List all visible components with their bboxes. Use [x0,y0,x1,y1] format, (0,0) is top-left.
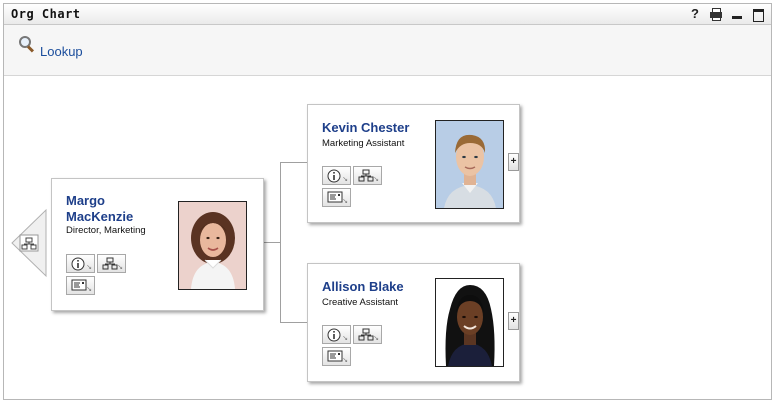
report-name[interactable]: Kevin Chester [322,120,409,136]
email-icon [327,191,343,203]
title-bar: Org Chart ? [4,4,771,25]
search-icon [18,35,36,53]
report-title: Marketing Assistant [322,138,405,149]
window-controls: ? [688,6,765,22]
email-button[interactable]: ↘ [66,276,95,295]
org-chart-icon [102,257,118,270]
connector-manager-h [262,242,280,243]
org-chart-button[interactable]: ↘ [97,254,126,273]
manager-last-name: MacKenzie [66,209,134,224]
report-card-kevin: Kevin Chester Marketing Assistant ↘ ↘ ↘ [307,104,520,223]
maximize-icon[interactable] [751,7,765,22]
org-chart-button[interactable]: ↘ [353,166,382,185]
connector-kevin-h [280,162,307,163]
email-button[interactable]: ↘ [322,347,351,366]
expand-reports-button[interactable]: + [508,312,519,330]
manager-name[interactable]: Margo MacKenzie [66,193,133,225]
info-icon [327,169,341,183]
org-chart-area: Margo MacKenzie Director, Marketing ↘ ↘ … [4,76,771,399]
connector-vertical [280,162,281,323]
lookup-label: Lookup [40,44,83,59]
report-name[interactable]: Allison Blake [322,279,404,295]
info-icon [327,328,341,342]
info-button[interactable]: ↘ [322,325,351,344]
report-photo [435,120,504,209]
info-icon [71,257,85,271]
manager-photo [178,201,247,290]
org-chart-button[interactable]: ↘ [353,325,382,344]
manager-card: Margo MacKenzie Director, Marketing ↘ ↘ … [51,178,264,311]
report-title: Creative Assistant [322,297,399,308]
print-icon[interactable] [709,7,723,21]
manager-title: Director, Marketing [66,225,146,236]
lookup-link[interactable]: Lookup [18,36,83,59]
email-icon [327,350,343,362]
org-chart-icon [358,169,374,182]
minimize-icon[interactable] [730,7,744,21]
email-button[interactable]: ↘ [322,188,351,207]
org-chart-icon [358,328,374,341]
info-button[interactable]: ↘ [322,166,351,185]
help-icon[interactable]: ? [688,7,702,21]
report-card-allison: Allison Blake Creative Assistant ↘ ↘ ↘ + [307,263,520,382]
org-chart-portlet: Org Chart ? Lookup Margo MacKenzie Direc… [3,3,772,400]
manager-first-name: Margo [66,193,105,208]
lookup-toolbar: Lookup [4,25,771,76]
email-icon [71,279,87,291]
info-button[interactable]: ↘ [66,254,95,273]
connector-allison-h [280,322,307,323]
window-title: Org Chart [11,7,81,21]
navigate-up-button[interactable] [10,208,50,278]
expand-reports-button[interactable]: + [508,153,519,171]
report-photo [435,278,504,367]
